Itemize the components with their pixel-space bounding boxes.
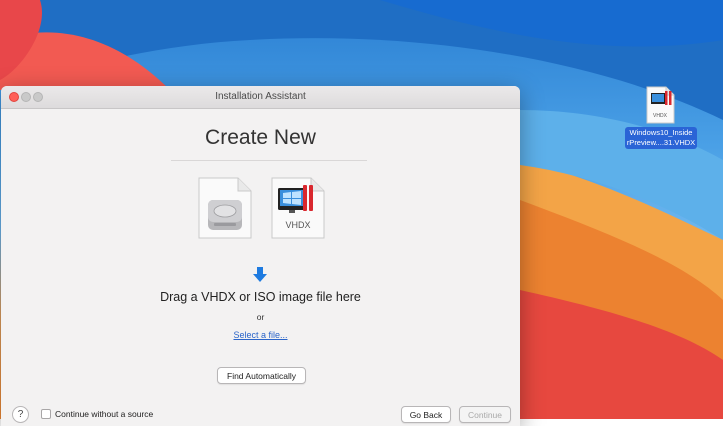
or-separator: or — [256, 312, 265, 322]
continue-button[interactable]: Continue — [459, 406, 511, 423]
vhdx-file-icon: VHDX — [271, 177, 325, 239]
disk-image-icon — [198, 177, 252, 239]
window-footer: ? Continue without a source Go Back Cont… — [1, 402, 520, 426]
desktop-file-label-line1: Windows10_Inside — [629, 128, 693, 137]
vhdx-desktop-file-icon[interactable]: VHDX — [644, 86, 676, 124]
go-back-button[interactable]: Go Back — [401, 406, 451, 423]
help-button[interactable]: ? — [12, 406, 29, 423]
desktop-file-label[interactable]: Windows10_Inside rPreview....31.VHDX — [625, 127, 697, 149]
continue-without-source-label[interactable]: Continue without a source — [55, 409, 153, 419]
down-arrow-icon — [253, 267, 267, 282]
window-title: Installation Assistant — [215, 91, 306, 102]
find-automatically-button[interactable]: Find Automatically — [217, 367, 306, 384]
desktop-icon-badge: VHDX — [653, 113, 668, 119]
installation-assistant-window: Installation Assistant Create New VHDX D… — [1, 86, 520, 426]
title-bar[interactable]: Installation Assistant — [1, 86, 520, 109]
select-file-link[interactable]: Select a file... — [1, 330, 520, 340]
heading-divider — [171, 160, 367, 161]
page-title: Create New — [205, 126, 316, 149]
drop-instruction: Drag a VHDX or ISO image file here — [160, 290, 361, 304]
continue-without-source-checkbox[interactable] — [41, 409, 51, 419]
desktop-file-label-line2: rPreview....31.VHDX — [626, 138, 696, 147]
vhdx-icon-label: VHDX — [285, 220, 310, 230]
